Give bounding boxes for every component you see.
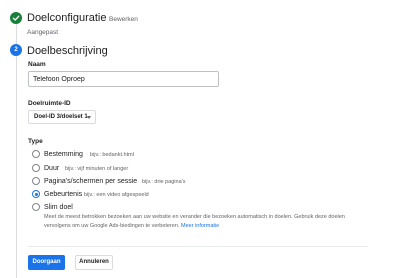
radio-smart-goal[interactable] — [32, 203, 40, 211]
continue-button[interactable]: Doorgaan — [28, 255, 65, 270]
dropdown-caret-icon — [87, 116, 91, 119]
option-duration-label[interactable]: Duur — [44, 164, 59, 173]
goal-name-input[interactable] — [28, 71, 219, 87]
option-event-label[interactable]: Gebeurtenis — [44, 190, 82, 199]
option-destination-label[interactable]: Bestemming — [44, 150, 83, 159]
slot-id-selected-value: Doel-ID 3/doelset 1 — [34, 114, 88, 120]
step1-edit-link[interactable]: Bewerken — [109, 15, 138, 24]
option-smart-goal-label[interactable]: Slim doel — [44, 203, 73, 212]
option-duration-hint: bijv.: vijf minuten of langer — [65, 165, 129, 172]
learn-more-link[interactable]: Meer informatie — [181, 223, 219, 229]
divider — [28, 246, 368, 247]
option-pages-label[interactable]: Pagina's/schermen per sessie — [44, 177, 137, 186]
radio-pages-per-session[interactable] — [32, 177, 40, 185]
option-event-hint: bijv.: een video afgespeeld — [84, 191, 149, 198]
stepper-line — [15, 23, 17, 278]
radio-duration[interactable] — [32, 164, 40, 172]
cancel-button[interactable]: Annuleren — [75, 255, 113, 270]
type-label: Type — [28, 138, 43, 145]
option-destination-hint: bijv.: bedankt.html — [90, 151, 134, 158]
step2-number-icon: 2 — [10, 44, 22, 56]
slot-id-dropdown[interactable]: Doel-ID 3/doelset 1 — [28, 110, 96, 124]
radio-destination[interactable] — [32, 150, 40, 158]
step2-title: Doelbeschrijving — [27, 45, 108, 57]
smart-goal-description: Meet de meest betrokken bezoeken aan uw … — [44, 213, 364, 230]
radio-event[interactable] — [32, 190, 40, 198]
step1-title: Doelconfiguratie — [27, 12, 107, 24]
name-label: Naam — [28, 61, 46, 68]
option-pages-hint: bijv.: drie pagina's — [142, 178, 186, 185]
step-complete-check-icon — [10, 12, 22, 24]
slot-id-label: Doelruimte-ID — [28, 100, 71, 107]
step1-status: Aangepast — [27, 29, 59, 36]
